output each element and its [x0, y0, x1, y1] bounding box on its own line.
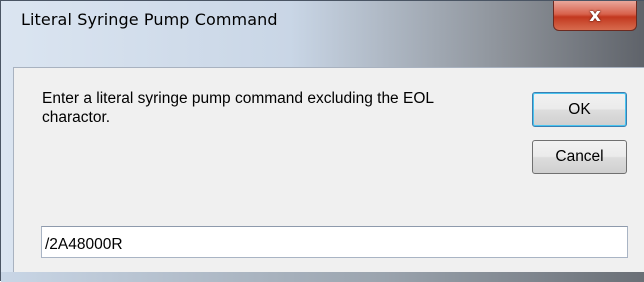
ok-button[interactable]: OK	[532, 92, 627, 127]
window-title: Literal Syringe Pump Command	[21, 10, 278, 29]
cancel-button[interactable]: Cancel	[532, 140, 627, 174]
dialog-window: Literal Syringe Pump Command x Enter a l…	[0, 0, 644, 282]
close-button[interactable]: x	[553, 1, 637, 31]
title-bar[interactable]: Literal Syringe Pump Command x	[1, 1, 644, 35]
command-input[interactable]	[41, 226, 628, 258]
prompt-text: Enter a literal syringe pump command exc…	[42, 90, 434, 126]
close-icon: x	[589, 5, 601, 26]
dialog-client-area: Enter a literal syringe pump command exc…	[13, 67, 644, 272]
